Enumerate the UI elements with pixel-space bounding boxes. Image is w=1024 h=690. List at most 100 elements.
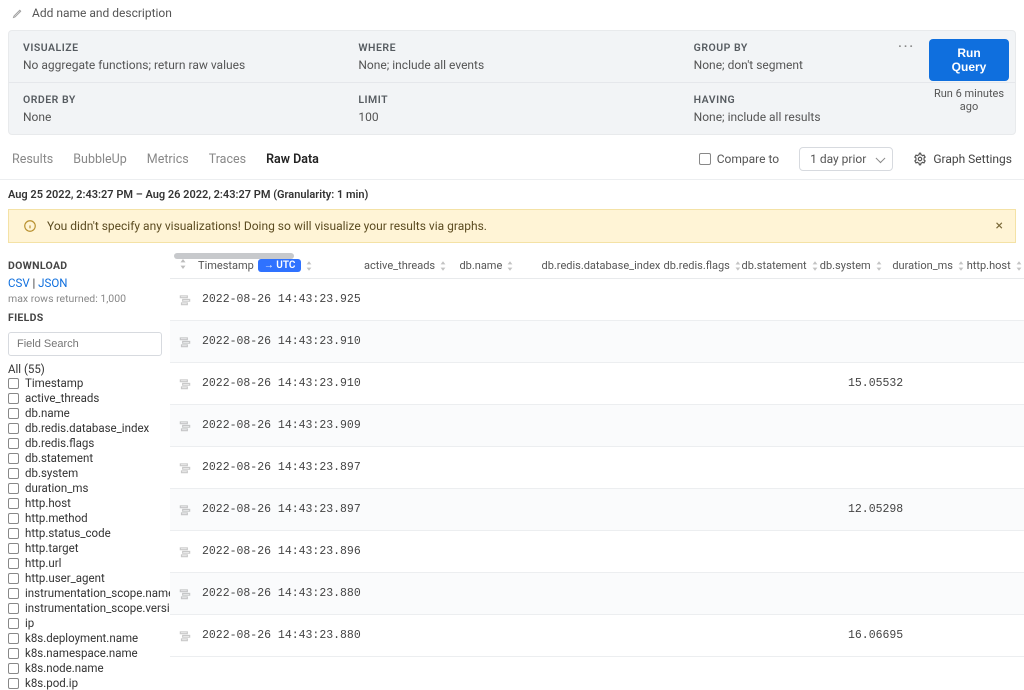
download-csv-link[interactable]: CSV [8,276,30,290]
table-row[interactable]: 2022-08-26 14:43:23.896 [170,531,1024,573]
field-item[interactable]: http.status_code [8,526,162,540]
trace-icon[interactable] [178,419,192,433]
field-item[interactable]: k8s.node.name [8,661,162,675]
field-label: db.system [25,466,78,480]
compare-to[interactable]: Compare to [699,152,779,166]
checkbox-icon[interactable] [8,408,19,419]
checkbox-icon[interactable] [8,558,19,569]
field-label: k8s.pod.ip [25,676,78,690]
sort-icon[interactable] [439,261,447,271]
trace-icon[interactable] [178,377,192,391]
col-timestamp[interactable]: Timestamp [198,259,254,272]
graph-settings-button[interactable]: Graph Settings [913,152,1012,166]
col-db-name[interactable]: db.name [459,259,502,272]
sort-icon[interactable] [734,261,742,271]
field-item[interactable]: http.target [8,541,162,555]
tab-results[interactable]: Results [12,152,53,167]
checkbox-icon[interactable] [8,513,19,524]
tab-traces[interactable]: Traces [209,152,246,167]
sort-icon[interactable] [305,261,313,271]
tab-metrics[interactable]: Metrics [147,152,189,167]
checkbox-icon[interactable] [8,528,19,539]
field-item[interactable]: http.method [8,511,162,525]
field-search-input[interactable] [8,332,162,356]
tab-raw-data[interactable]: Raw Data [266,152,319,167]
query-limit[interactable]: LIMIT 100 [344,83,679,134]
field-item[interactable]: instrumentation_scope.version [8,601,162,615]
col-db-statement[interactable]: db.statement [742,259,807,272]
trace-icon[interactable] [178,629,192,643]
field-item[interactable]: db.name [8,406,162,420]
field-item[interactable]: db.statement [8,451,162,465]
table-row[interactable]: 2022-08-26 14:43:23.91015.05532 [170,363,1024,405]
trace-icon[interactable] [178,587,192,601]
checkbox-icon[interactable] [8,423,19,434]
table-row[interactable]: 2022-08-26 14:43:23.925 [170,279,1024,321]
field-item[interactable]: Timestamp [8,376,162,390]
trace-icon[interactable] [178,461,192,475]
checkbox-icon[interactable] [8,678,19,689]
sort-icon[interactable] [875,261,883,271]
checkbox-icon[interactable] [8,648,19,659]
checkbox-icon[interactable] [8,393,19,404]
field-item[interactable]: k8s.deployment.name [8,631,162,645]
sort-icon[interactable] [957,261,965,271]
run-query-button[interactable]: Run Query [929,39,1009,81]
table-row[interactable]: 2022-08-26 14:43:23.880 [170,573,1024,615]
table-row[interactable]: 2022-08-26 14:43:23.909 [170,405,1024,447]
field-item[interactable]: db.redis.flags [8,436,162,450]
checkbox-icon[interactable] [8,618,19,629]
field-item[interactable]: http.user_agent [8,571,162,585]
query-visualize[interactable]: VISUALIZE No aggregate functions; return… [9,31,344,82]
col-duration[interactable]: duration_ms [892,259,953,272]
download-json-link[interactable]: JSON [38,276,67,290]
field-item[interactable]: db.system [8,466,162,480]
checkbox-icon[interactable] [8,453,19,464]
sort-icon[interactable] [178,259,188,269]
more-icon[interactable]: ··· [898,39,915,53]
checkbox-icon[interactable] [8,588,19,599]
field-item[interactable]: active_threads [8,391,162,405]
table-row[interactable]: 2022-08-26 14:43:23.897 [170,447,1024,489]
field-item[interactable]: k8s.namespace.name [8,646,162,660]
col-active-threads[interactable]: active_threads [364,259,435,272]
checkbox-icon[interactable] [8,468,19,479]
compare-select[interactable]: 1 day prior [799,147,893,171]
field-item[interactable]: db.redis.database_index [8,421,162,435]
col-db-flags[interactable]: db.redis.flags [664,259,730,272]
table-row[interactable]: 2022-08-26 14:43:23.88016.06695 [170,615,1024,657]
field-item[interactable]: http.url [8,556,162,570]
checkbox-icon[interactable] [8,483,19,494]
col-db-system[interactable]: db.system [820,259,871,272]
field-item[interactable]: k8s.pod.ip [8,676,162,690]
col-http-host[interactable]: http.host [967,259,1011,272]
col-db-index[interactable]: db.redis.database_index [542,259,661,272]
checkbox-icon[interactable] [8,543,19,554]
table-row[interactable]: 2022-08-26 14:43:23.89712.05298 [170,489,1024,531]
sort-icon[interactable] [506,261,514,271]
table-row[interactable]: 2022-08-26 14:43:23.910 [170,321,1024,363]
sort-icon[interactable] [811,261,819,271]
field-item[interactable]: http.host [8,496,162,510]
checkbox-icon[interactable] [8,633,19,644]
close-icon[interactable]: × [996,218,1003,234]
trace-icon[interactable] [178,335,192,349]
checkbox-icon[interactable] [699,153,711,165]
checkbox-icon[interactable] [8,603,19,614]
query-where[interactable]: WHERE None; include all events [344,31,679,82]
checkbox-icon[interactable] [8,498,19,509]
utc-badge[interactable]: → UTC [258,259,302,272]
trace-icon[interactable] [178,293,192,307]
checkbox-icon[interactable] [8,438,19,449]
trace-icon[interactable] [178,503,192,517]
tab-bubbleup[interactable]: BubbleUp [73,152,127,167]
field-item[interactable]: ip [8,616,162,630]
sort-icon[interactable] [1015,261,1023,271]
checkbox-icon[interactable] [8,378,19,389]
field-item[interactable]: duration_ms [8,481,162,495]
add-name-link[interactable]: Add name and description [32,6,172,20]
checkbox-icon[interactable] [8,573,19,584]
query-orderby[interactable]: ORDER BY None [9,83,344,134]
trace-icon[interactable] [178,545,192,559]
field-item[interactable]: instrumentation_scope.name [8,586,162,600]
